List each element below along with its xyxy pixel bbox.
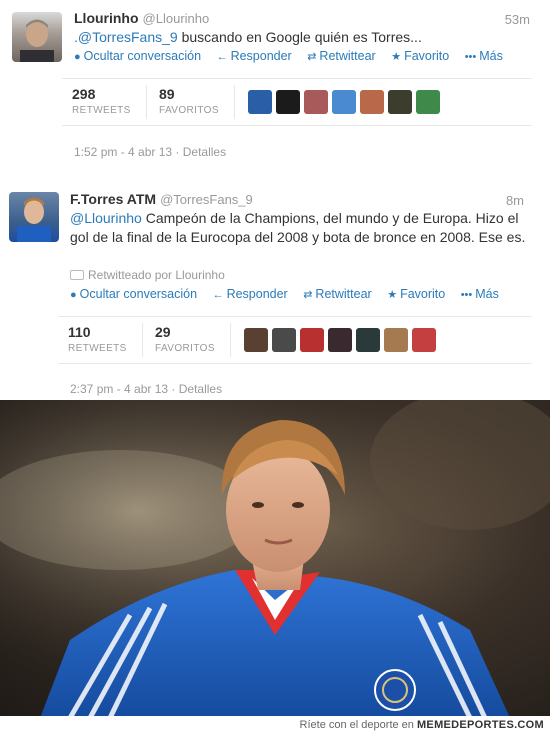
retweets-label: RETWEETS xyxy=(72,105,131,116)
tweet-age[interactable]: 8m xyxy=(506,193,524,208)
favoriter-avatar[interactable] xyxy=(328,328,352,352)
favoriter-avatar[interactable] xyxy=(384,328,408,352)
retweets-count: 298 xyxy=(72,86,96,102)
avatar-portrait-icon xyxy=(20,19,54,62)
retweets-count: 110 xyxy=(68,324,91,340)
retweet-label: Retwittear xyxy=(319,49,376,63)
hide-conversation-button[interactable]: ● Ocultar conversación xyxy=(70,287,197,301)
player-portrait-illustration xyxy=(0,400,550,718)
mention-link[interactable]: .@TorresFans_9 xyxy=(74,29,178,45)
footer-brand[interactable]: MEMEDEPORTES.COM xyxy=(417,719,544,731)
retweet-button[interactable]: ⇄ Retwittear xyxy=(307,49,376,63)
timestamp[interactable]: 1:52 pm - 4 abr 13 xyxy=(74,145,172,159)
tweet-age[interactable]: 53m xyxy=(505,12,530,27)
timestamp[interactable]: 2:37 pm - 4 abr 13 xyxy=(70,382,168,396)
more-label: Más xyxy=(475,287,499,301)
star-icon: ★ xyxy=(387,289,398,301)
divider xyxy=(230,323,231,357)
divider xyxy=(142,323,143,357)
avatar-portrait-icon xyxy=(17,197,51,242)
reply-arrow-icon: ← xyxy=(216,51,228,63)
favoriter-avatar[interactable] xyxy=(356,328,380,352)
reply-label: Responder xyxy=(226,287,288,301)
favoriter-avatars xyxy=(244,328,440,352)
retweets-label: RETWEETS xyxy=(68,343,127,354)
reply-button[interactable]: ← Responder xyxy=(217,49,292,63)
reply-button[interactable]: ← Responder xyxy=(213,287,288,301)
hide-conversation-button[interactable]: ● Ocultar conversación xyxy=(74,49,201,63)
handle[interactable]: @TorresFans_9 xyxy=(160,192,253,207)
favoriter-avatar[interactable] xyxy=(300,328,324,352)
favoriter-avatar[interactable] xyxy=(248,90,272,114)
reply-label: Responder xyxy=(230,49,292,63)
retweet-icon: ⇄ xyxy=(307,51,317,63)
display-name[interactable]: F.Torres ATM @TorresFans_9 xyxy=(70,191,253,207)
favoriter-avatar[interactable] xyxy=(412,328,436,352)
tweet-actions: ● Ocultar conversación ← Responder ⇄ Retwit… xyxy=(70,287,511,301)
mention-link[interactable]: @Llourinho xyxy=(70,210,142,226)
tweet-meta: 1:52 pm - 4 abr 13 · Detalles xyxy=(74,145,227,159)
tweet-llourinho: Llourinho @Llourinho 53m .@TorresFans_9 b… xyxy=(0,0,550,176)
favorite-label: Favorito xyxy=(400,287,446,301)
handle[interactable]: @Llourinho xyxy=(143,11,210,26)
tweet-stats: 298 RETWEETS 89 FAVORITOS xyxy=(62,78,532,126)
retweets-stat[interactable]: 298 RETWEETS xyxy=(72,86,131,116)
star-icon: ★ xyxy=(391,51,402,63)
favoriter-avatar[interactable] xyxy=(304,90,328,114)
favorites-stat[interactable]: 89 FAVORITOS xyxy=(159,86,219,116)
avatar[interactable] xyxy=(9,192,59,242)
favoriter-avatar[interactable] xyxy=(360,90,384,114)
hide-label: Ocultar conversación xyxy=(79,287,198,301)
divider xyxy=(234,85,235,119)
favoriter-avatar[interactable] xyxy=(416,90,440,114)
tweet-text: @Llourinho Campeón de la Champions, del … xyxy=(70,209,530,247)
footer-prefix: Ríete con el deporte en xyxy=(299,719,414,731)
display-name[interactable]: Llourinho @Llourinho xyxy=(74,10,209,26)
hide-label: Ocultar conversación xyxy=(83,49,202,63)
retweet-icon: ⇄ xyxy=(303,289,313,301)
speech-bubble-icon: ● xyxy=(74,51,81,63)
favoriter-avatar[interactable] xyxy=(244,328,268,352)
favoriter-avatar[interactable] xyxy=(276,90,300,114)
favorites-label: FAVORITOS xyxy=(159,105,219,116)
retweet-button[interactable]: ⇄ Retwittear xyxy=(303,287,372,301)
tweet-stats: 110 RETWEETS 29 FAVORITOS xyxy=(58,316,532,364)
favorite-label: Favorito xyxy=(404,49,450,63)
details-link[interactable]: Detalles xyxy=(183,145,226,159)
site-footer: Ríete con el deporte en MEMEDEPORTES.COM xyxy=(0,716,550,736)
retweeted-by-text: Retwitteado por Llourinho xyxy=(88,268,225,282)
reply-arrow-icon: ← xyxy=(212,289,224,301)
more-label: Más xyxy=(479,49,503,63)
retweeted-by[interactable]: Retwitteado por Llourinho xyxy=(70,268,225,282)
favorites-count: 29 xyxy=(155,324,171,340)
display-name-text[interactable]: Llourinho xyxy=(74,10,139,26)
player-photo xyxy=(0,400,550,718)
favoriter-avatars xyxy=(248,90,444,114)
more-button[interactable]: ••• Más xyxy=(465,49,503,63)
favorite-button[interactable]: ★ Favorito xyxy=(387,287,445,301)
retweet-label: Retwittear xyxy=(315,287,372,301)
tweet-text: .@TorresFans_9 buscando en Google quién … xyxy=(74,28,514,47)
favorite-button[interactable]: ★ Favorito xyxy=(391,49,449,63)
favoriter-avatar[interactable] xyxy=(388,90,412,114)
more-dots-icon: ••• xyxy=(464,51,477,63)
favorites-stat[interactable]: 29 FAVORITOS xyxy=(155,324,215,354)
favorites-label: FAVORITOS xyxy=(155,343,215,354)
more-button[interactable]: ••• Más xyxy=(461,287,499,301)
divider xyxy=(146,85,147,119)
favoriter-avatar[interactable] xyxy=(332,90,356,114)
tweet-torresfans: F.Torres ATM @TorresFans_9 8m @Llourinho … xyxy=(0,180,550,400)
details-link[interactable]: Detalles xyxy=(179,382,222,396)
speech-bubble-icon: ● xyxy=(70,289,77,301)
favoriter-avatar[interactable] xyxy=(272,328,296,352)
tweet-body: buscando en Google quién es Torres... xyxy=(177,29,422,45)
tweet-meta: 2:37 pm - 4 abr 13 · Detalles xyxy=(70,382,223,396)
favorites-count: 89 xyxy=(159,86,175,102)
display-name-text[interactable]: F.Torres ATM xyxy=(70,191,156,207)
retweets-stat[interactable]: 110 RETWEETS xyxy=(68,324,127,354)
tweet-actions: ● Ocultar conversación ← Responder ⇄ Retwit… xyxy=(74,49,515,63)
avatar[interactable] xyxy=(12,12,62,62)
more-dots-icon: ••• xyxy=(460,289,473,301)
retweet-small-icon xyxy=(70,270,84,280)
